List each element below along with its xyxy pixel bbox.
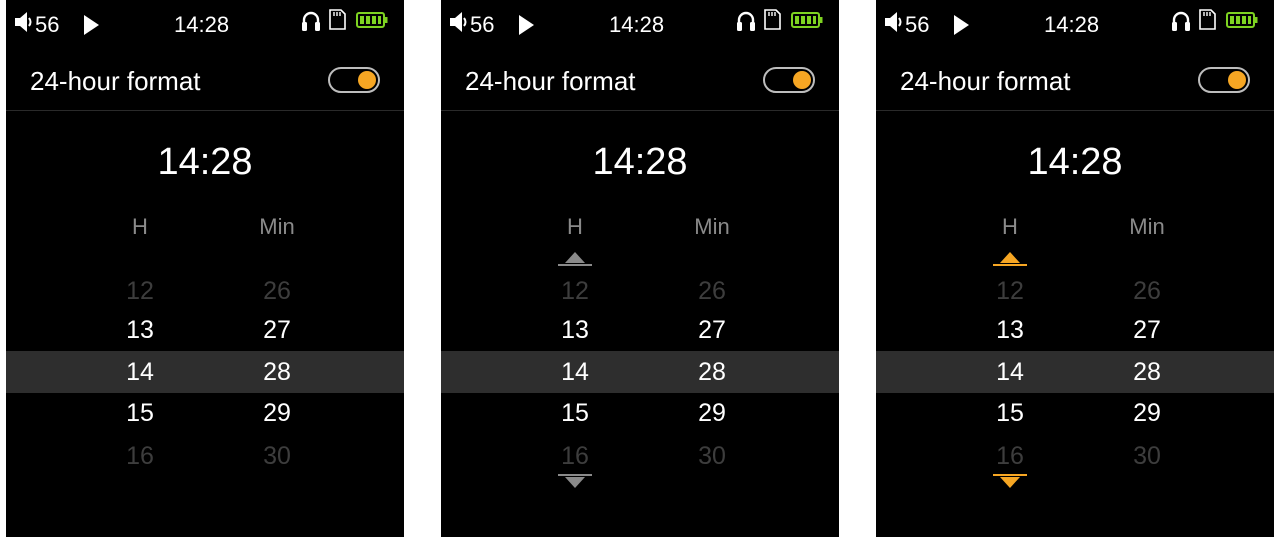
minute-column-header: Min: [1129, 214, 1165, 239]
minute-column-header: Min: [694, 214, 730, 239]
toggle-knob: [793, 71, 811, 89]
format-toggle[interactable]: [328, 67, 380, 93]
minute-option[interactable]: 30: [1107, 441, 1187, 471]
hour-down-overline: [558, 474, 592, 476]
selection-band: [6, 351, 404, 393]
battery-icon: [791, 12, 823, 28]
format-toggle[interactable]: [1198, 67, 1250, 93]
minute-option[interactable]: 29: [1107, 398, 1187, 428]
minute-selected[interactable]: 28: [237, 357, 317, 387]
format-setting-row[interactable]: 24-hour format: [441, 50, 839, 111]
headphones-icon: [302, 11, 320, 31]
minute-option[interactable]: 30: [237, 441, 317, 471]
minute-selected[interactable]: 28: [1107, 357, 1187, 387]
toggle-knob: [358, 71, 376, 89]
status-bar: 56 14:28: [441, 0, 839, 48]
hour-up-arrow-icon[interactable]: [565, 252, 585, 263]
hour-option[interactable]: 12: [535, 276, 615, 306]
hour-column-header: H: [567, 214, 583, 239]
minute-option[interactable]: 29: [237, 398, 317, 428]
hour-down-overline: [993, 474, 1027, 476]
minute-option[interactable]: 29: [672, 398, 752, 428]
volume-level: 56: [905, 12, 930, 37]
speaker-icon: [450, 12, 467, 32]
volume-level: 56: [35, 12, 60, 37]
hour-option[interactable]: 15: [100, 398, 180, 428]
hour-option[interactable]: 16: [100, 441, 180, 471]
headphones-icon: [737, 11, 755, 31]
hour-selected[interactable]: 14: [100, 357, 180, 387]
minute-option[interactable]: 27: [237, 315, 317, 345]
battery-icon: [356, 12, 388, 28]
hour-option[interactable]: 12: [970, 276, 1050, 306]
format-toggle[interactable]: [763, 67, 815, 93]
hour-option[interactable]: 12: [100, 276, 180, 306]
minute-selected[interactable]: 28: [672, 357, 752, 387]
format-setting-row[interactable]: 24-hour format: [876, 50, 1274, 111]
battery-icon: [1226, 12, 1258, 28]
hour-selected[interactable]: 14: [535, 357, 615, 387]
status-bar: 56 14:28: [6, 0, 404, 48]
hour-option[interactable]: 15: [535, 398, 615, 428]
hour-up-underline: [558, 264, 592, 266]
format-label: 24-hour format: [30, 66, 201, 96]
hour-down-arrow-icon[interactable]: [565, 477, 585, 488]
status-clock: 14:28: [1044, 12, 1100, 37]
minute-option[interactable]: 26: [1107, 276, 1187, 306]
minute-option[interactable]: 26: [672, 276, 752, 306]
hour-option[interactable]: 13: [535, 315, 615, 345]
hour-option[interactable]: 16: [535, 441, 615, 471]
hour-down-arrow-icon[interactable]: [1000, 477, 1020, 488]
format-setting-row[interactable]: 24-hour format: [6, 50, 404, 111]
hour-selected[interactable]: 14: [970, 357, 1050, 387]
format-label: 24-hour format: [465, 66, 636, 96]
time-setting-screen-1: 56 14:28 24-hour format 14:28 H Min 12 1…: [6, 0, 404, 537]
status-bar: 56 14:28: [876, 0, 1274, 48]
hour-up-arrow-icon[interactable]: [1000, 252, 1020, 263]
hour-option[interactable]: 13: [100, 315, 180, 345]
minute-column-header: Min: [259, 214, 295, 239]
speaker-icon: [885, 12, 902, 32]
headphones-icon: [1172, 11, 1190, 31]
selection-band: [876, 351, 1274, 393]
hour-option[interactable]: 13: [970, 315, 1050, 345]
minute-option[interactable]: 27: [1107, 315, 1187, 345]
play-icon: [954, 15, 969, 35]
volume-level: 56: [470, 12, 495, 37]
minute-option[interactable]: 30: [672, 441, 752, 471]
sd-card-icon: [329, 9, 346, 30]
current-time-display: 14:28: [157, 141, 253, 183]
toggle-knob: [1228, 71, 1246, 89]
play-icon: [519, 15, 534, 35]
format-label: 24-hour format: [900, 66, 1071, 96]
hour-option[interactable]: 16: [970, 441, 1050, 471]
minute-option[interactable]: 26: [237, 276, 317, 306]
current-time-display: 14:28: [592, 141, 688, 183]
sd-card-icon: [764, 9, 781, 30]
speaker-icon: [15, 12, 32, 32]
play-icon: [84, 15, 99, 35]
time-setting-screen-3: 56 14:28 24-hour format 14:28 H Min 12 1…: [876, 0, 1274, 537]
status-clock: 14:28: [609, 12, 665, 37]
minute-option[interactable]: 27: [672, 315, 752, 345]
time-setting-screen-2: 56 14:28 24-hour format 14:28 H Min 12 1…: [441, 0, 839, 537]
hour-column-header: H: [1002, 214, 1018, 239]
selection-band: [441, 351, 839, 393]
hour-option[interactable]: 15: [970, 398, 1050, 428]
sd-card-icon: [1199, 9, 1216, 30]
status-clock: 14:28: [174, 12, 230, 37]
hour-column-header: H: [132, 214, 148, 239]
current-time-display: 14:28: [1027, 141, 1123, 183]
hour-up-underline: [993, 264, 1027, 266]
